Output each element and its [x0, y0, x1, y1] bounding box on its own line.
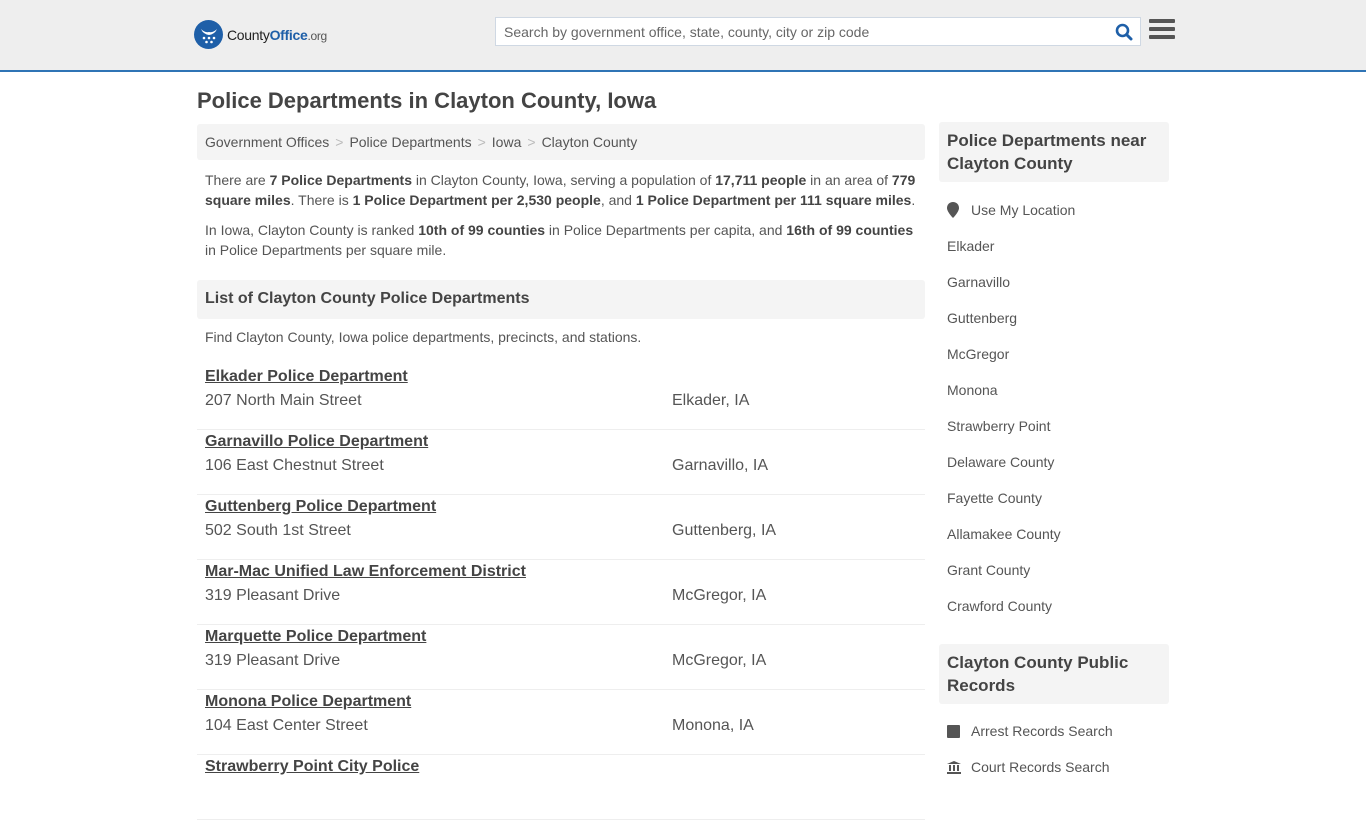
breadcrumb-link[interactable]: Government Offices: [205, 134, 329, 150]
department-name-link[interactable]: Guttenberg Police Department: [205, 498, 436, 516]
nearby-heading: Police Departments near Clayton County: [939, 122, 1169, 182]
intro-ranking: In Iowa, Clayton County is ranked 10th o…: [205, 220, 920, 260]
department-address: 104 East Center Street: [205, 717, 368, 734]
intro-text-segment: in Police Departments per square mile.: [205, 242, 447, 258]
breadcrumb-link[interactable]: Police Departments: [349, 134, 471, 150]
intro-text-segment: There are: [205, 172, 270, 188]
hamburger-menu-icon[interactable]: [1149, 19, 1175, 43]
use-my-location-link[interactable]: Use My Location: [971, 200, 1075, 220]
intro-text-segment: in an area of: [806, 172, 892, 188]
nearby-link[interactable]: Monona: [947, 372, 1075, 408]
department-city: Garnavillo, IA: [672, 457, 769, 474]
logo-text: CountyOffice.org: [227, 26, 327, 43]
breadcrumb-separator: >: [477, 134, 486, 150]
courthouse-icon: [947, 760, 971, 774]
nearby-link[interactable]: Delaware County: [947, 444, 1075, 480]
highlight-stat: 1 Police Department per 111 square miles: [635, 192, 912, 208]
search-input[interactable]: [496, 18, 1108, 45]
department-row: Guttenberg Police Department 502 South 1s…: [197, 495, 925, 560]
eagle-logo-icon: [194, 20, 223, 49]
department-row: Strawberry Point City Police: [197, 755, 925, 820]
nearby-link[interactable]: Guttenberg: [947, 300, 1075, 336]
nearby-list: Use My Location Elkader Garnavillo Guttenb…: [947, 192, 1075, 624]
department-name-link[interactable]: Strawberry Point City Police: [205, 758, 419, 776]
nearby-link[interactable]: Allamakee County: [947, 516, 1075, 552]
breadcrumb-separator: >: [527, 134, 536, 150]
department-address: 207 North Main Street: [205, 392, 362, 409]
department-address: 319 Pleasant Drive: [205, 652, 341, 669]
site-logo[interactable]: CountyOffice.org: [194, 20, 327, 49]
department-row: Elkader Police Department 207 North Main …: [197, 365, 925, 430]
intro-text-segment: , and: [600, 192, 636, 208]
highlight-stat: 10th of 99 counties: [418, 222, 546, 238]
department-name-link[interactable]: Monona Police Department: [205, 693, 411, 711]
use-location-item: Use My Location: [947, 192, 1075, 228]
public-records-list: Arrest Records Search Court Records Searc…: [947, 713, 1113, 785]
highlight-stat: 1 Police Department per 2,530 people: [352, 192, 601, 208]
nearby-link[interactable]: Garnavillo: [947, 264, 1075, 300]
nearby-link[interactable]: Elkader: [947, 228, 1075, 264]
department-city: Elkader, IA: [672, 392, 750, 409]
department-name-link[interactable]: Marquette Police Department: [205, 628, 426, 646]
department-name-link[interactable]: Garnavillo Police Department: [205, 433, 428, 451]
intro-text-segment: In Iowa, Clayton County is ranked: [205, 222, 419, 238]
department-row: Garnavillo Police Department 106 East Che…: [197, 430, 925, 495]
nearby-link[interactable]: Fayette County: [947, 480, 1075, 516]
nearby-link[interactable]: McGregor: [947, 336, 1075, 372]
breadcrumb-link[interactable]: Clayton County: [542, 134, 638, 150]
public-record-item: Arrest Records Search: [947, 713, 1113, 749]
page-title: Police Departments in Clayton County, Io…: [197, 88, 657, 113]
department-row: Monona Police Department 104 East Center …: [197, 690, 925, 755]
list-heading: List of Clayton County Police Department…: [197, 280, 925, 319]
intro-summary: There are 7 Police Departments in Clayto…: [205, 170, 920, 210]
department-city: Monona, IA: [672, 717, 754, 734]
department-address: 106 East Chestnut Street: [205, 457, 384, 474]
department-list: Elkader Police Department 207 North Main …: [197, 365, 925, 820]
nearby-link[interactable]: Strawberry Point: [947, 408, 1075, 444]
square-icon: [947, 724, 971, 738]
intro-text-segment: . There is: [290, 192, 353, 208]
search-icon: [1115, 23, 1133, 40]
department-name-link[interactable]: Mar-Mac Unified Law Enforcement District: [205, 563, 526, 581]
highlight-stat: 17,711 people: [715, 172, 807, 188]
intro-text-segment: in Police Departments per capita, and: [545, 222, 787, 238]
public-record-link[interactable]: Court Records Search: [971, 757, 1110, 777]
search-button[interactable]: [1108, 18, 1140, 45]
intro-text-segment: .: [911, 192, 916, 208]
map-pin-icon: [947, 202, 971, 218]
department-address: 502 South 1st Street: [205, 522, 351, 539]
nearby-link[interactable]: Crawford County: [947, 588, 1075, 624]
breadcrumb-separator: >: [335, 134, 344, 150]
highlight-stat: 7 Police Departments: [269, 172, 412, 188]
department-address: 319 Pleasant Drive: [205, 587, 341, 604]
search-bar: [495, 17, 1141, 46]
highlight-stat: 16th of 99 counties: [786, 222, 914, 238]
site-header: CountyOffice.org: [0, 0, 1366, 72]
breadcrumb-link[interactable]: Iowa: [492, 134, 522, 150]
nearby-link[interactable]: Grant County: [947, 552, 1075, 588]
department-row: Mar-Mac Unified Law Enforcement District…: [197, 560, 925, 625]
department-city: Guttenberg, IA: [672, 522, 777, 539]
public-records-heading: Clayton County Public Records: [939, 644, 1169, 704]
department-city: McGregor, IA: [672, 652, 767, 669]
public-record-link[interactable]: Arrest Records Search: [971, 721, 1113, 741]
department-name-link[interactable]: Elkader Police Department: [205, 368, 408, 386]
public-record-item: Court Records Search: [947, 749, 1113, 785]
breadcrumb: Government Offices > Police Departments > Io…: [197, 124, 925, 160]
list-description: Find Clayton County, Iowa police departm…: [205, 329, 642, 345]
intro-text-segment: in Clayton County, Iowa, serving a popul…: [411, 172, 716, 188]
department-city: McGregor, IA: [672, 587, 767, 604]
department-row: Marquette Police Department 319 Pleasant …: [197, 625, 925, 690]
intro-text: There are 7 Police Departments in Clayto…: [205, 170, 920, 270]
